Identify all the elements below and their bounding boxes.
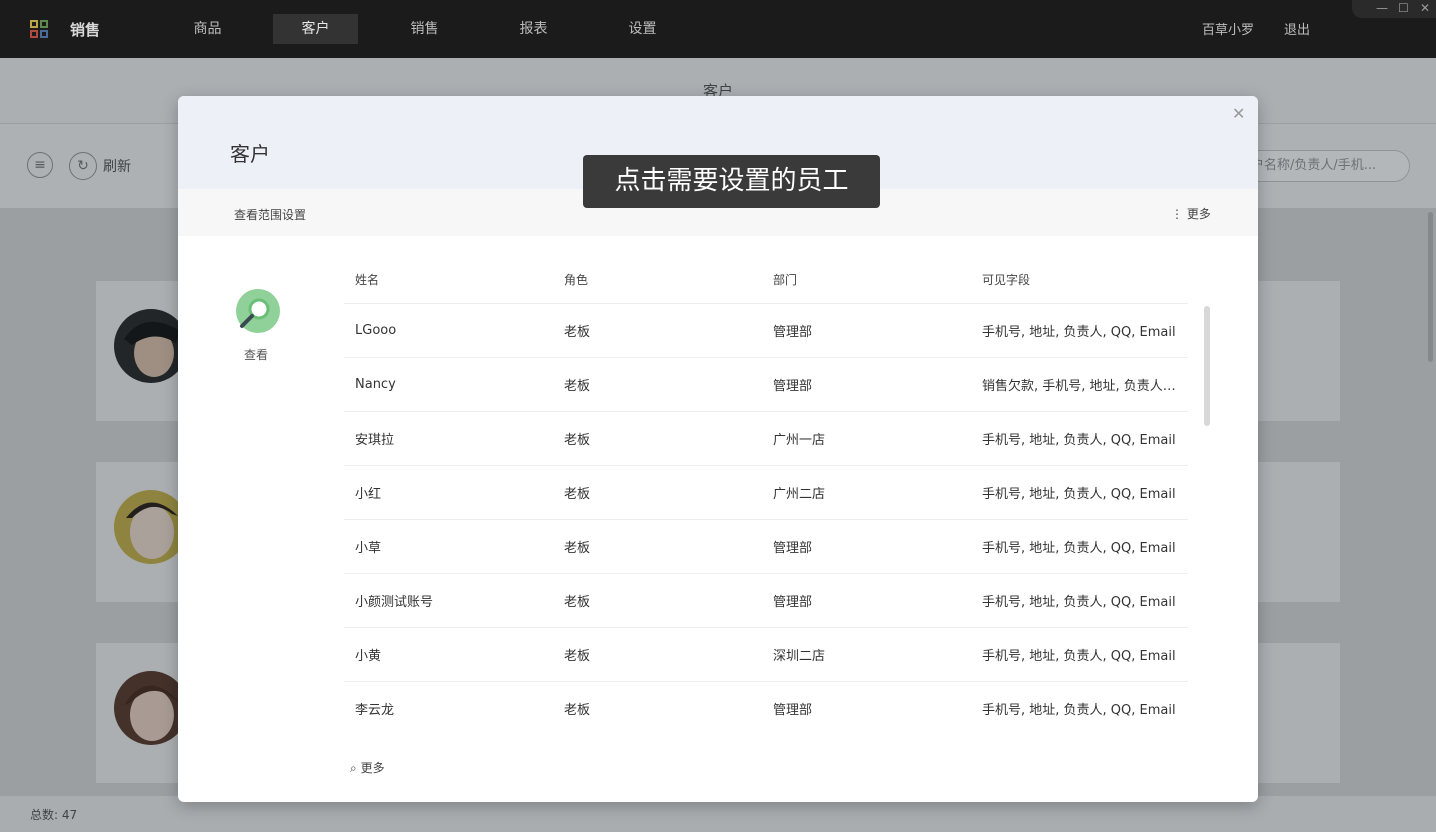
app-logo-icon <box>30 20 48 38</box>
table-row[interactable]: 小红 老板 广州二店 手机号, 地址, 负责人, QQ, Email <box>344 465 1188 520</box>
cell-department: 管理部 <box>762 573 971 628</box>
column-header-visible-fields: 可见字段 <box>971 257 1188 304</box>
cell-role: 老板 <box>553 465 762 520</box>
minimize-icon[interactable]: — <box>1376 1 1388 15</box>
more-vertical-icon: ⋮ <box>1171 207 1183 221</box>
cell-name: 小红 <box>344 465 553 520</box>
table-row[interactable]: 小颜测试账号 老板 管理部 手机号, 地址, 负责人, QQ, Email <box>344 573 1188 628</box>
cell-department: 深圳二店 <box>762 627 971 682</box>
cell-visible-fields: 手机号, 地址, 负责人, QQ, Email <box>971 519 1188 574</box>
window-controls: — ☐ ✕ <box>1352 0 1436 18</box>
view-permission-icon[interactable] <box>236 289 280 333</box>
nav-reports[interactable]: 报表 <box>491 14 576 44</box>
maximize-icon[interactable]: ☐ <box>1398 1 1409 15</box>
dialog-title: 客户 <box>230 142 270 166</box>
column-header-name: 姓名 <box>344 257 553 304</box>
table-header-row: 姓名 角色 部门 可见字段 <box>344 257 1188 304</box>
column-header-role: 角色 <box>553 257 762 304</box>
cell-visible-fields: 手机号, 地址, 负责人, QQ, Email <box>971 465 1188 520</box>
cell-department: 管理部 <box>773 702 813 718</box>
cell-name: 李云龙 <box>355 702 395 718</box>
table-row[interactable]: Nancy 老板 管理部 销售欠款, 手机号, 地址, 负责人, QQ <box>344 357 1188 412</box>
table-row[interactable]: 小黄 老板 深圳二店 手机号, 地址, 负责人, QQ, Email <box>344 627 1188 682</box>
column-header-department: 部门 <box>762 257 971 304</box>
table-row[interactable]: 李云龙 老板 管理部 手机号, 地址, 负责人, QQ, Email <box>344 681 1188 735</box>
more-menu-label: 更多 <box>1186 207 1211 221</box>
cell-department: 管理部 <box>762 519 971 574</box>
search-icon: ⌕ <box>350 761 357 775</box>
top-bar: 销售 商品 客户 销售 报表 设置 百草小罗 退出 — ☐ ✕ <box>0 0 1436 58</box>
cell-name: Nancy <box>344 357 553 412</box>
cell-role: 老板 <box>553 573 762 628</box>
cell-visible-fields: 手机号, 地址, 负责人, QQ, Email <box>971 627 1188 682</box>
cell-visible-fields: 手机号, 地址, 负责人, QQ, Email <box>971 573 1188 628</box>
cell-role: 老板 <box>553 519 762 574</box>
nav-sales[interactable]: 销售 <box>382 14 467 44</box>
view-permission-label: 查看 <box>244 348 269 362</box>
cell-name: 小黄 <box>344 627 553 682</box>
table-row[interactable]: LGooo 老板 管理部 手机号, 地址, 负责人, QQ, Email <box>344 303 1188 358</box>
cell-visible-fields: 手机号, 地址, 负责人, QQ, Email <box>982 702 1176 718</box>
guide-tooltip: 点击需要设置的员工 <box>583 155 880 208</box>
cell-name: LGooo <box>344 303 553 358</box>
close-icon[interactable]: ✕ <box>1232 104 1245 123</box>
nav-customers[interactable]: 客户 <box>273 14 358 44</box>
cell-name: 安琪拉 <box>344 411 553 466</box>
logout-button[interactable]: 退出 <box>1284 19 1310 38</box>
table-scrollbar[interactable] <box>1204 306 1210 426</box>
cell-role: 老板 <box>553 303 762 358</box>
cell-name: 小草 <box>344 519 553 574</box>
cell-department: 广州二店 <box>762 465 971 520</box>
load-more-label: 更多 <box>360 761 385 775</box>
cell-role: 老板 <box>553 627 762 682</box>
cell-department: 广州一店 <box>762 411 971 466</box>
cell-visible-fields: 销售欠款, 手机号, 地址, 负责人, QQ <box>971 357 1188 412</box>
nav-settings[interactable]: 设置 <box>600 14 685 44</box>
scope-settings-label: 查看范围设置 <box>234 208 307 222</box>
load-more-button[interactable]: ⌕ 更多 <box>350 759 385 776</box>
cell-role: 老板 <box>553 357 762 412</box>
cell-department: 管理部 <box>762 303 971 358</box>
cell-visible-fields: 手机号, 地址, 负责人, QQ, Email <box>971 303 1188 358</box>
cell-role: 老板 <box>564 702 591 718</box>
close-icon[interactable]: ✕ <box>1420 1 1430 15</box>
cell-role: 老板 <box>553 411 762 466</box>
user-name[interactable]: 百草小罗 <box>1202 19 1254 38</box>
more-menu-button[interactable]: ⋮ 更多 <box>1171 205 1211 222</box>
app-title: 销售 <box>70 21 101 39</box>
table-row[interactable]: 安琪拉 老板 广州一店 手机号, 地址, 负责人, QQ, Email <box>344 411 1188 466</box>
table-row[interactable]: 小草 老板 管理部 手机号, 地址, 负责人, QQ, Email <box>344 519 1188 574</box>
cell-visible-fields: 手机号, 地址, 负责人, QQ, Email <box>971 411 1188 466</box>
cell-name: 小颜测试账号 <box>344 573 553 628</box>
cell-department: 管理部 <box>762 357 971 412</box>
employee-table: 姓名 角色 部门 可见字段 LGooo 老板 管理部 手机号, 地址, 负责人, QQ… <box>344 257 1188 735</box>
nav-products[interactable]: 商品 <box>165 14 250 44</box>
